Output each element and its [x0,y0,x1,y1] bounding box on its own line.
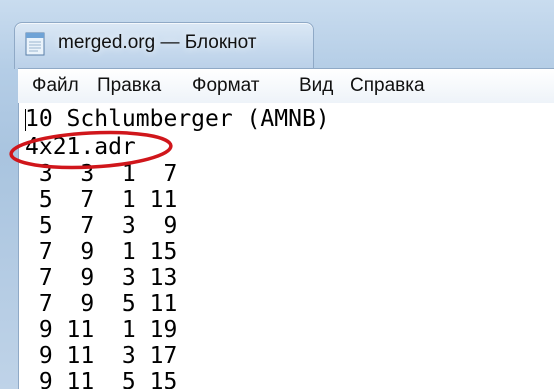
notepad-window: merged.org — Блокнот Файл Правка Формат … [0,0,554,389]
text-line: 7 9 1 15 [25,239,178,265]
menu-edit[interactable]: Правка [97,75,161,97]
window-title: merged.org — Блокнот [58,32,257,53]
text-line: 5 7 1 11 [25,187,178,213]
highlight-ellipse [9,130,173,170]
title-bar[interactable]: merged.org — Блокнот [0,0,554,69]
notepad-icon [25,32,45,56]
text-line: 5 7 3 9 [25,213,178,239]
menu-help[interactable]: Справка [350,75,425,97]
text-line: 9 11 3 17 [25,343,178,369]
menu-view[interactable]: Вид [299,75,333,97]
menu-file[interactable]: Файл [32,75,79,97]
menu-format[interactable]: Формат [192,75,260,97]
text-line: 9 11 1 19 [25,317,178,343]
text-line: 7 9 3 13 [25,265,178,291]
text-line: 7 9 5 11 [25,291,178,317]
menu-bar: Файл Правка Формат Вид Справка [18,68,554,104]
text-line: 9 11 5 15 [25,369,178,389]
